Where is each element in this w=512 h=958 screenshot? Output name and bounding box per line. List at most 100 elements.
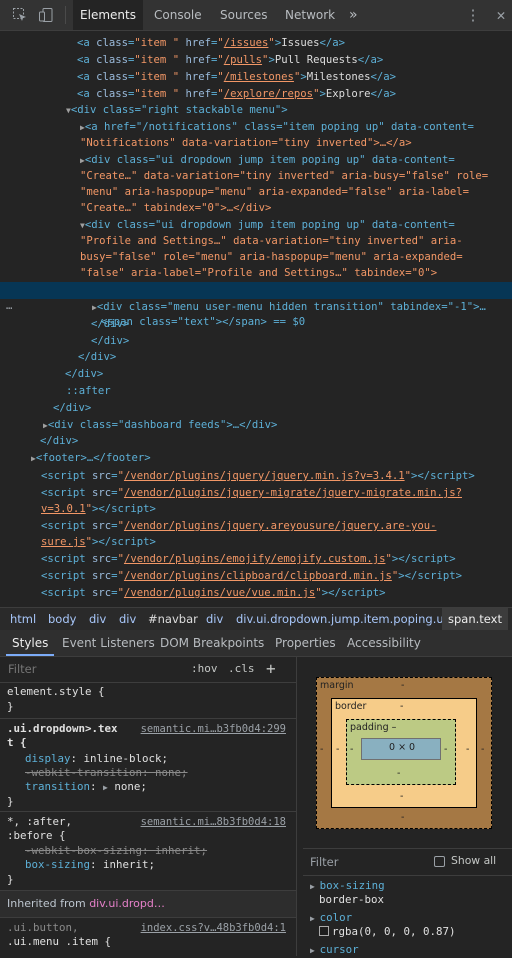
margin-left[interactable]: - (320, 744, 323, 755)
dom-node-script[interactable]: <script src="/vendor/plugins/emojify/emo… (41, 551, 512, 567)
tab-event-listeners[interactable]: Event Listeners (62, 630, 155, 656)
rule-selector[interactable]: .ui.dropdown>.tex (7, 722, 118, 736)
dom-node-footer[interactable]: ▶<footer>…</footer> (31, 450, 512, 466)
dom-node-dashboard[interactable]: ▶<div class="dashboard feeds">…</div> (43, 417, 512, 433)
dom-tree[interactable]: <a class="item " href="/issues">Issues</… (0, 31, 512, 605)
dom-after-pseudo[interactable]: ::after (66, 383, 512, 399)
computed-cursor[interactable]: ▶ cursor (310, 943, 359, 957)
margin-top[interactable]: - (401, 680, 404, 691)
dom-node-issues[interactable]: <a class="item " href="/issues">Issues</… (77, 35, 512, 51)
dom-close-div: </div> (78, 351, 117, 363)
computed-filter-input[interactable]: Filter (310, 855, 338, 869)
cls-toggle[interactable]: .cls (228, 662, 255, 675)
close-icon[interactable]: ✕ (493, 7, 509, 23)
pulls-href[interactable]: /pulls (224, 54, 262, 66)
explore-href[interactable]: /explore/repos (224, 88, 313, 100)
tab-network[interactable]: Network (285, 0, 335, 30)
box-model-margin[interactable]: margin - - - - border - - - - padding – … (316, 677, 492, 829)
padding-left[interactable]: - (350, 744, 353, 755)
border-right[interactable]: - (466, 744, 469, 755)
rule-selector[interactable]: .ui.button, (7, 921, 79, 935)
dom-node-user-menu[interactable]: ▶<div class="menu user-menu hidden trans… (92, 299, 512, 315)
dom-node-script[interactable]: <script src="/vendor/plugins/clipboard/c… (41, 568, 512, 584)
padding-bottom[interactable]: - (397, 768, 400, 779)
dom-node-notifications[interactable]: ▶<a href="/notifications" class="item po… (80, 119, 512, 135)
box-model-border[interactable]: border - - - - padding – - - - 0 × 0 (331, 698, 477, 808)
prop-transition[interactable]: transition: ▶ none; (25, 780, 147, 794)
computed-box-sizing[interactable]: ▶ box-sizing (310, 879, 385, 893)
expand-arrow-icon[interactable]: ▶ (310, 946, 320, 955)
dom-node-create-dropdown[interactable]: ▶<div class="ui dropdown jump item popin… (80, 152, 512, 168)
hov-toggle[interactable]: :hov (191, 662, 218, 675)
inherited-node-link[interactable]: div.ui.dropd… (89, 897, 165, 910)
prop-webkit-box-sizing[interactable]: -webkit-box-sizing: inherit; (25, 844, 207, 858)
inherited-header: Inherited from div.ui.dropd… (0, 891, 296, 918)
new-rule-button[interactable]: + (266, 659, 276, 678)
issues-href[interactable]: /issues (224, 37, 269, 49)
dom-node-pulls[interactable]: <a class="item " href="/pulls">Pull Requ… (77, 52, 512, 68)
dom-node-profile-dropdown[interactable]: ▼<div class="ui dropdown jump item popin… (80, 217, 512, 233)
tab-sources[interactable]: Sources (220, 0, 267, 30)
border-bottom[interactable]: - (400, 791, 403, 802)
dom-node-create-line4: "Create…" tabindex="0">…</div> (80, 202, 272, 214)
margin-right[interactable]: - (481, 744, 484, 755)
box-model-content[interactable]: 0 × 0 (361, 738, 441, 760)
tab-console[interactable]: Console (154, 0, 202, 30)
tab-dom-breakpoints[interactable]: DOM Breakpoints (160, 630, 264, 656)
margin-bottom[interactable]: - (401, 812, 404, 823)
breadcrumb-navbar[interactable]: #navbar (148, 608, 198, 630)
box-model-padding[interactable]: padding – - - - 0 × 0 (346, 719, 456, 785)
breadcrumb-div[interactable]: div (206, 608, 223, 630)
rule-source-link[interactable]: index.css?v…48b3fb0d4:1 (141, 921, 286, 935)
tab-properties[interactable]: Properties (275, 630, 336, 656)
content-size[interactable]: 0 × 0 (389, 742, 415, 753)
dom-node-script[interactable]: <script src="/vendor/plugins/jquery-migr… (41, 485, 512, 501)
breadcrumb-body[interactable]: body (48, 608, 76, 630)
customize-menu-icon[interactable]: ⋮ (465, 7, 481, 23)
show-all-checkbox[interactable] (434, 856, 445, 867)
dom-node-script[interactable]: <script src="/vendor/plugins/jquery.arey… (41, 518, 512, 534)
breadcrumb-dropdown[interactable]: div.ui.dropdown.jump.item.poping.up (236, 608, 451, 630)
breadcrumb-div[interactable]: div (89, 608, 106, 630)
rule-source-link[interactable]: semantic.mi…b3fb0d4:299 (141, 722, 286, 736)
dom-node-script[interactable]: <script src="/vendor/plugins/jquery/jque… (41, 468, 512, 484)
dom-node-selected-span[interactable]: … <span class="text"></span> == $0 (0, 282, 512, 328)
tab-elements[interactable]: Elements (73, 0, 143, 30)
breadcrumb-span-text[interactable]: span.text (442, 608, 508, 630)
milestones-href[interactable]: /milestones (224, 71, 294, 83)
expand-arrow-icon[interactable]: ▶ (310, 882, 320, 891)
border-top[interactable]: - (400, 701, 403, 712)
more-options-dots[interactable]: … (6, 298, 12, 314)
dom-node-right-menu[interactable]: ▼<div class="right stackable menu"> (66, 102, 512, 118)
rule-selector-cont: t { (7, 736, 27, 749)
expand-arrow-icon[interactable]: ▶ (310, 914, 320, 923)
styles-filter-input[interactable] (4, 660, 187, 678)
script-src[interactable]: /vendor/plugins/clipboard/clipboard.min.… (124, 570, 392, 582)
tab-styles[interactable]: Styles (6, 630, 55, 656)
dom-node-milestones[interactable]: <a class="item " href="/milestones">Mile… (77, 69, 512, 85)
prop-display[interactable]: display: inline-block; (25, 752, 168, 766)
script-src[interactable]: /vendor/plugins/jquery/jquery.min.js?v=3… (124, 470, 405, 482)
rule-selector[interactable]: element.style { (7, 685, 105, 699)
script-src[interactable]: /vendor/plugins/vue/vue.min.js (124, 587, 315, 599)
more-tabs-button[interactable]: » (349, 0, 358, 30)
script-src[interactable]: /vendor/plugins/jquery-migrate/jquery-mi… (124, 487, 462, 499)
script-src[interactable]: /vendor/plugins/jquery.areyousure/jquery… (124, 520, 437, 532)
padding-right[interactable]: - (444, 744, 447, 755)
inspect-element-icon[interactable] (12, 7, 28, 23)
border-left[interactable]: - (336, 744, 339, 755)
prop-webkit-transition[interactable]: -webkit-transition: none; (25, 766, 188, 780)
breadcrumb-div[interactable]: div (119, 608, 136, 630)
device-toolbar-icon[interactable] (38, 7, 54, 23)
rule-selector[interactable]: *, :after, (7, 815, 72, 829)
script-src[interactable]: /vendor/plugins/emojify/emojify.custom.j… (124, 553, 386, 565)
computed-color[interactable]: ▶ color (310, 911, 352, 925)
color-swatch-icon[interactable] (319, 926, 329, 936)
dom-node-script[interactable]: <script src="/vendor/plugins/vue/vue.min… (41, 585, 512, 601)
tab-accessibility[interactable]: Accessibility (347, 630, 421, 656)
dom-node-explore[interactable]: <a class="item " href="/explore/repos">E… (77, 86, 512, 102)
breadcrumb-html[interactable]: html (10, 608, 36, 630)
rule-source-link[interactable]: semantic.mi…8b3fb0d4:18 (141, 815, 286, 829)
prop-box-sizing[interactable]: box-sizing: inherit; (25, 858, 155, 872)
computed-box-sizing-value: border-box (319, 893, 385, 906)
